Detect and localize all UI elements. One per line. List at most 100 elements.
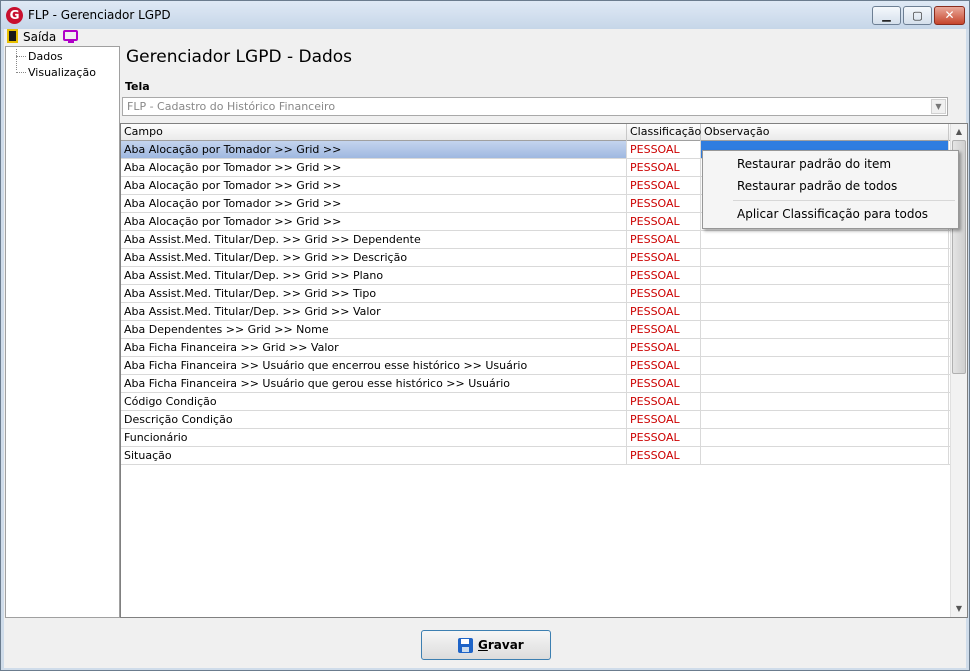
menu-item-restaurar-todos[interactable]: Restaurar padrão de todos — [737, 179, 897, 193]
grid-cell-campo[interactable]: Aba Dependentes >> Grid >> Nome — [121, 321, 627, 338]
grid-cell-classificacao[interactable]: PESSOAL — [627, 249, 701, 266]
grid-cell-campo[interactable]: Aba Alocação por Tomador >> Grid >> — [121, 213, 627, 230]
grid-cell-observacao[interactable] — [701, 303, 949, 320]
menu-separator — [733, 200, 955, 201]
grid-cell-observacao[interactable] — [701, 267, 949, 284]
grid-header: Campo Classificação Observação — [121, 124, 951, 141]
save-button-label: Gravar — [478, 638, 524, 652]
grid-cell-campo[interactable]: Aba Alocação por Tomador >> Grid >> — [121, 177, 627, 194]
grid-cell-observacao[interactable] — [701, 249, 949, 266]
grid-cell-classificacao[interactable]: PESSOAL — [627, 411, 701, 428]
grid-cell-campo[interactable]: Descrição Condição — [121, 411, 627, 428]
grid-cell-campo[interactable]: Aba Assist.Med. Titular/Dep. >> Grid >> … — [121, 249, 627, 266]
grid-cell-classificacao[interactable]: PESSOAL — [627, 159, 701, 176]
grid-cell-classificacao[interactable]: PESSOAL — [627, 375, 701, 392]
app-logo-icon: G — [6, 7, 23, 24]
grid-cell-classificacao[interactable]: PESSOAL — [627, 267, 701, 284]
window-title: FLP - Gerenciador LGPD — [28, 8, 171, 22]
grid-cell-classificacao[interactable]: PESSOAL — [627, 195, 701, 212]
grid-cell-classificacao[interactable]: PESSOAL — [627, 321, 701, 338]
floppy-disk-icon — [458, 638, 473, 653]
grid-cell-campo[interactable]: Aba Assist.Med. Titular/Dep. >> Grid >> … — [121, 303, 627, 320]
grid-cell-classificacao[interactable]: PESSOAL — [627, 141, 701, 158]
grid-cell-observacao[interactable] — [701, 231, 949, 248]
grid-cell-campo[interactable]: Aba Ficha Financeira >> Usuário que ence… — [121, 357, 627, 374]
table-row[interactable]: Aba Ficha Financeira >> Usuário que gero… — [121, 375, 951, 393]
grid-cell-campo[interactable]: Código Condição — [121, 393, 627, 410]
grid-cell-classificacao[interactable]: PESSOAL — [627, 213, 701, 230]
column-header-observacao[interactable]: Observação — [701, 124, 949, 141]
grid-cell-classificacao[interactable]: PESSOAL — [627, 285, 701, 302]
minimize-icon: ▁ — [882, 9, 891, 22]
table-row[interactable]: Aba Ficha Financeira >> Usuário que ence… — [121, 357, 951, 375]
grid-cell-observacao[interactable] — [701, 357, 949, 374]
menu-item-restaurar-item[interactable]: Restaurar padrão do item — [737, 157, 891, 171]
table-row[interactable]: Aba Assist.Med. Titular/Dep. >> Grid >> … — [121, 303, 951, 321]
column-header-campo[interactable]: Campo — [121, 124, 627, 141]
grid-cell-observacao[interactable] — [701, 447, 949, 464]
scroll-down-icon[interactable]: ▼ — [951, 601, 967, 617]
navigation-tree: Dados Visualização — [5, 46, 120, 618]
title-bar[interactable]: G FLP - Gerenciador LGPD ▁ ▢ ✕ — [1, 1, 969, 29]
maximize-button[interactable]: ▢ — [903, 6, 932, 25]
context-menu: Restaurar padrão do item Restaurar padrã… — [702, 150, 959, 229]
grid-cell-campo[interactable]: Aba Ficha Financeira >> Grid >> Valor — [121, 339, 627, 356]
app-window: G FLP - Gerenciador LGPD ▁ ▢ ✕ Saída Dad… — [0, 0, 970, 671]
grid-cell-classificacao[interactable]: PESSOAL — [627, 339, 701, 356]
close-icon: ✕ — [944, 8, 955, 22]
scroll-up-icon[interactable]: ▲ — [951, 124, 967, 140]
grid-cell-observacao[interactable] — [701, 393, 949, 410]
grid-cell-campo[interactable]: Aba Assist.Med. Titular/Dep. >> Grid >> … — [121, 267, 627, 284]
door-exit-icon[interactable] — [7, 29, 18, 43]
maximize-icon: ▢ — [912, 9, 923, 22]
grid-cell-observacao[interactable] — [701, 429, 949, 446]
grid-cell-campo[interactable]: Aba Ficha Financeira >> Usuário que gero… — [121, 375, 627, 392]
exit-button[interactable]: Saída — [23, 30, 56, 44]
grid-cell-observacao[interactable] — [701, 375, 949, 392]
table-row[interactable]: Funcionário PESSOAL — [121, 429, 951, 447]
tree-connector — [16, 49, 17, 70]
grid-cell-classificacao[interactable]: PESSOAL — [627, 231, 701, 248]
grid-cell-classificacao[interactable]: PESSOAL — [627, 357, 701, 374]
table-row[interactable]: Aba Assist.Med. Titular/Dep. >> Grid >> … — [121, 231, 951, 249]
grid-cell-observacao[interactable] — [701, 339, 949, 356]
grid-cell-campo[interactable]: Funcionário — [121, 429, 627, 446]
tree-branch-line — [16, 72, 26, 73]
table-row[interactable]: Descrição Condição PESSOAL — [121, 411, 951, 429]
table-row[interactable]: Aba Ficha Financeira >> Grid >> Valor PES… — [121, 339, 951, 357]
table-row[interactable]: Código Condição PESSOAL — [121, 393, 951, 411]
tela-select[interactable]: FLP - Cadastro do Histórico Financeiro ▼ — [122, 97, 948, 116]
grid-cell-campo[interactable]: Situação — [121, 447, 627, 464]
grid-cell-campo[interactable]: Aba Assist.Med. Titular/Dep. >> Grid >> … — [121, 231, 627, 248]
menu-item-aplicar-classificacao[interactable]: Aplicar Classificação para todos — [737, 207, 928, 221]
grid-cell-campo[interactable]: Aba Alocação por Tomador >> Grid >> — [121, 141, 627, 158]
grid-cell-classificacao[interactable]: PESSOAL — [627, 447, 701, 464]
chevron-down-icon[interactable]: ▼ — [931, 99, 946, 114]
save-button[interactable]: Gravar — [421, 630, 551, 660]
grid-cell-classificacao[interactable]: PESSOAL — [627, 303, 701, 320]
grid-cell-campo[interactable]: Aba Alocação por Tomador >> Grid >> — [121, 195, 627, 212]
monitor-icon[interactable] — [63, 30, 78, 43]
tree-branch-line — [16, 56, 26, 57]
grid-cell-campo[interactable]: Aba Assist.Med. Titular/Dep. >> Grid >> … — [121, 285, 627, 302]
toolbar: Saída — [4, 29, 966, 45]
table-row[interactable]: Aba Assist.Med. Titular/Dep. >> Grid >> … — [121, 285, 951, 303]
tree-item-label: Dados — [28, 50, 63, 63]
grid-cell-classificacao[interactable]: PESSOAL — [627, 429, 701, 446]
grid-cell-observacao[interactable] — [701, 321, 949, 338]
column-header-classificacao[interactable]: Classificação — [627, 124, 701, 141]
table-row[interactable]: Situação PESSOAL — [121, 447, 951, 465]
grid-cell-observacao[interactable] — [701, 411, 949, 428]
grid-cell-observacao[interactable] — [701, 285, 949, 302]
table-row[interactable]: Aba Dependentes >> Grid >> Nome PESSOAL — [121, 321, 951, 339]
window-controls: ▁ ▢ ✕ — [872, 6, 965, 25]
table-row[interactable]: Aba Assist.Med. Titular/Dep. >> Grid >> … — [121, 249, 951, 267]
grid-cell-campo[interactable]: Aba Alocação por Tomador >> Grid >> — [121, 159, 627, 176]
table-row[interactable]: Aba Assist.Med. Titular/Dep. >> Grid >> … — [121, 267, 951, 285]
grid-cell-classificacao[interactable]: PESSOAL — [627, 393, 701, 410]
minimize-button[interactable]: ▁ — [872, 6, 901, 25]
tela-select-value: FLP - Cadastro do Histórico Financeiro — [127, 100, 336, 113]
page-title: Gerenciador LGPD - Dados — [126, 47, 353, 67]
grid-cell-classificacao[interactable]: PESSOAL — [627, 177, 701, 194]
close-button[interactable]: ✕ — [934, 6, 965, 25]
